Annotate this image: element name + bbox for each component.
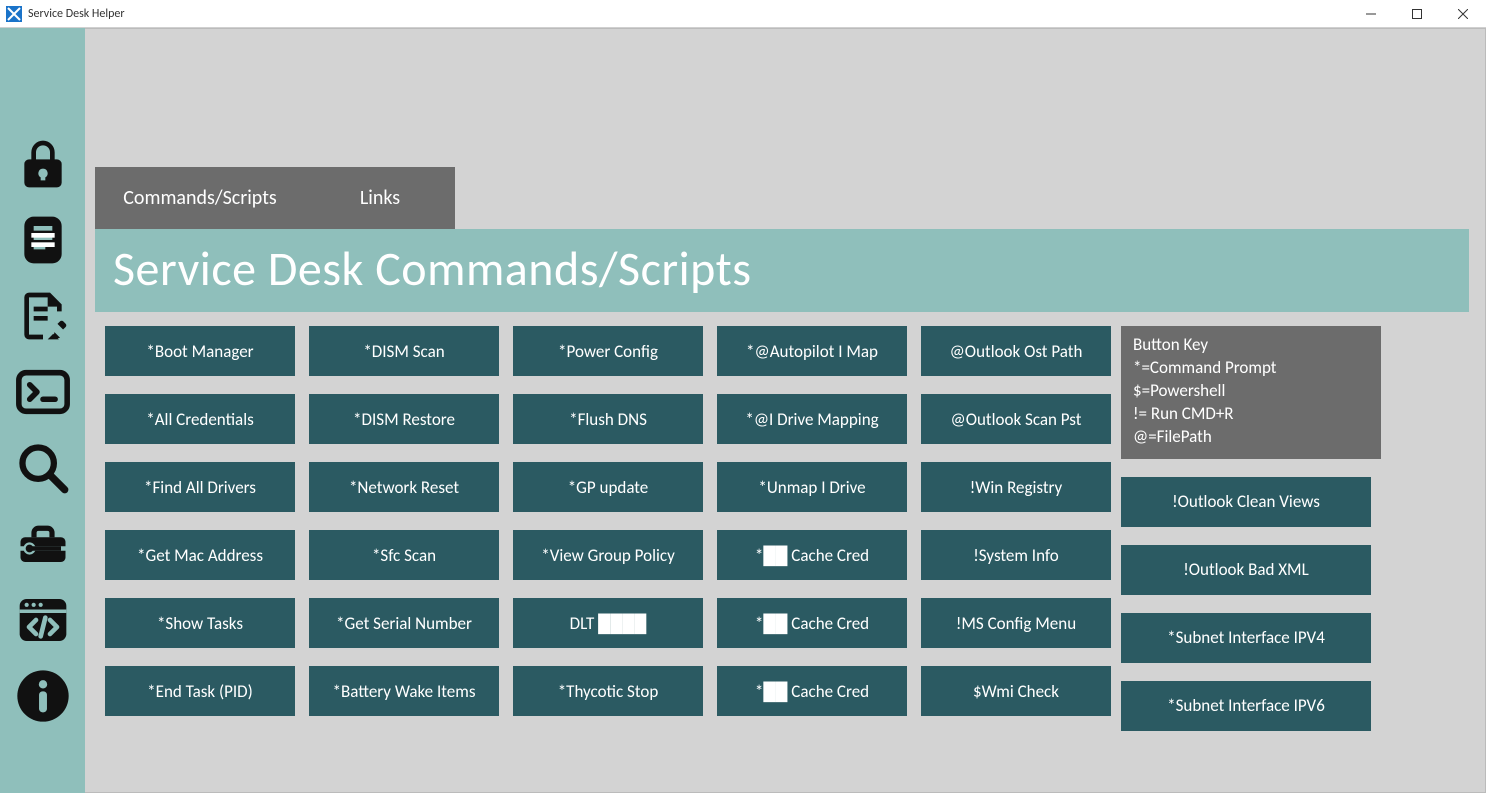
button-key-box: Button Key *=Command Prompt $=Powershell… xyxy=(1121,326,1381,459)
outlook-bad-xml-button[interactable]: !Outlook Bad XML xyxy=(1121,545,1371,595)
maximize-button[interactable] xyxy=(1394,0,1440,28)
key-line-2: $=Powershell xyxy=(1133,380,1369,403)
titlebar-left: Service Desk Helper xyxy=(0,6,125,22)
find-all-drivers-button[interactable]: *Find All Drivers xyxy=(105,462,295,512)
autopilot-i-map-button[interactable]: *@Autopilot I Map xyxy=(717,326,907,376)
system-info-button[interactable]: !System Info xyxy=(921,530,1111,580)
view-group-policy-button[interactable]: *View Group Policy xyxy=(513,530,703,580)
get-mac-address-button[interactable]: *Get Mac Address xyxy=(105,530,295,580)
col-1: *Boot Manager *All Credentials *Find All… xyxy=(105,326,295,731)
close-button[interactable] xyxy=(1440,0,1486,28)
button-columns: *Boot Manager *All Credentials *Find All… xyxy=(105,326,1111,731)
code-icon[interactable] xyxy=(12,589,74,651)
key-line-4: @=FilePath xyxy=(1133,426,1369,449)
col-4: *@Autopilot I Map *@I Drive Mapping *Unm… xyxy=(717,326,907,731)
tab-bar: Commands/Scripts Links xyxy=(95,167,1469,229)
app-body: Commands/Scripts Links Service Desk Comm… xyxy=(0,28,1486,793)
main-content: Commands/Scripts Links Service Desk Comm… xyxy=(85,28,1486,793)
thycotic-stop-button[interactable]: *Thycotic Stop xyxy=(513,666,703,716)
search-icon[interactable] xyxy=(12,437,74,499)
key-line-1: *=Command Prompt xyxy=(1133,357,1369,380)
window-controls xyxy=(1348,0,1486,27)
boot-manager-button[interactable]: *Boot Manager xyxy=(105,326,295,376)
info-icon[interactable] xyxy=(12,665,74,727)
panel-body: *Boot Manager *All Credentials *Find All… xyxy=(95,312,1469,745)
spacer xyxy=(95,47,1469,167)
sidebar xyxy=(0,28,85,793)
key-heading: Button Key xyxy=(1133,334,1369,357)
col-5: @Outlook Ost Path @Outlook Scan Pst !Win… xyxy=(921,326,1111,731)
show-tasks-button[interactable]: *Show Tasks xyxy=(105,598,295,648)
col-3: *Power Config *Flush DNS *GP update *Vie… xyxy=(513,326,703,731)
cache-cred-3-button[interactable]: *██ Cache Cred xyxy=(717,666,907,716)
app-icon xyxy=(6,6,22,22)
right-column: Button Key *=Command Prompt $=Powershell… xyxy=(1121,326,1381,731)
document-icon[interactable] xyxy=(12,209,74,271)
subnet-interface-ipv6-button[interactable]: *Subnet Interface IPV6 xyxy=(1121,681,1371,731)
window-title: Service Desk Helper xyxy=(28,7,125,21)
outlook-scan-pst-button[interactable]: @Outlook Scan Pst xyxy=(921,394,1111,444)
dism-scan-button[interactable]: *DISM Scan xyxy=(309,326,499,376)
end-task-pid-button[interactable]: *End Task (PID) xyxy=(105,666,295,716)
network-reset-button[interactable]: *Network Reset xyxy=(309,462,499,512)
key-line-3: != Run CMD+R xyxy=(1133,403,1369,426)
gp-update-button[interactable]: *GP update xyxy=(513,462,703,512)
outlook-ost-path-button[interactable]: @Outlook Ost Path xyxy=(921,326,1111,376)
col-6: !Outlook Clean Views !Outlook Bad XML *S… xyxy=(1121,477,1381,731)
subnet-interface-ipv4-button[interactable]: *Subnet Interface IPV4 xyxy=(1121,613,1371,663)
dism-restore-button[interactable]: *DISM Restore xyxy=(309,394,499,444)
edit-document-icon[interactable] xyxy=(12,285,74,347)
panel-header: Service Desk Commands/Scripts xyxy=(95,229,1469,312)
get-serial-number-button[interactable]: *Get Serial Number xyxy=(309,598,499,648)
tab-links[interactable]: Links xyxy=(305,167,455,229)
toolbox-icon[interactable] xyxy=(12,513,74,575)
win-registry-button[interactable]: !Win Registry xyxy=(921,462,1111,512)
wmi-check-button[interactable]: $Wmi Check xyxy=(921,666,1111,716)
window-titlebar: Service Desk Helper xyxy=(0,0,1486,28)
cache-cred-2-button[interactable]: *██ Cache Cred xyxy=(717,598,907,648)
ms-config-menu-button[interactable]: !MS Config Menu xyxy=(921,598,1111,648)
battery-wake-items-button[interactable]: *Battery Wake Items xyxy=(309,666,499,716)
minimize-button[interactable] xyxy=(1348,0,1394,28)
dlt-button[interactable]: DLT ████ xyxy=(513,598,703,648)
i-drive-mapping-button[interactable]: *@I Drive Mapping xyxy=(717,394,907,444)
sfc-scan-button[interactable]: *Sfc Scan xyxy=(309,530,499,580)
power-config-button[interactable]: *Power Config xyxy=(513,326,703,376)
terminal-icon[interactable] xyxy=(12,361,74,423)
flush-dns-button[interactable]: *Flush DNS xyxy=(513,394,703,444)
outlook-clean-views-button[interactable]: !Outlook Clean Views xyxy=(1121,477,1371,527)
cache-cred-1-button[interactable]: *██ Cache Cred xyxy=(717,530,907,580)
unmap-i-drive-button[interactable]: *Unmap I Drive xyxy=(717,462,907,512)
lock-icon[interactable] xyxy=(12,133,74,195)
col-2: *DISM Scan *DISM Restore *Network Reset … xyxy=(309,326,499,731)
tab-commands[interactable]: Commands/Scripts xyxy=(95,167,305,229)
all-credentials-button[interactable]: *All Credentials xyxy=(105,394,295,444)
